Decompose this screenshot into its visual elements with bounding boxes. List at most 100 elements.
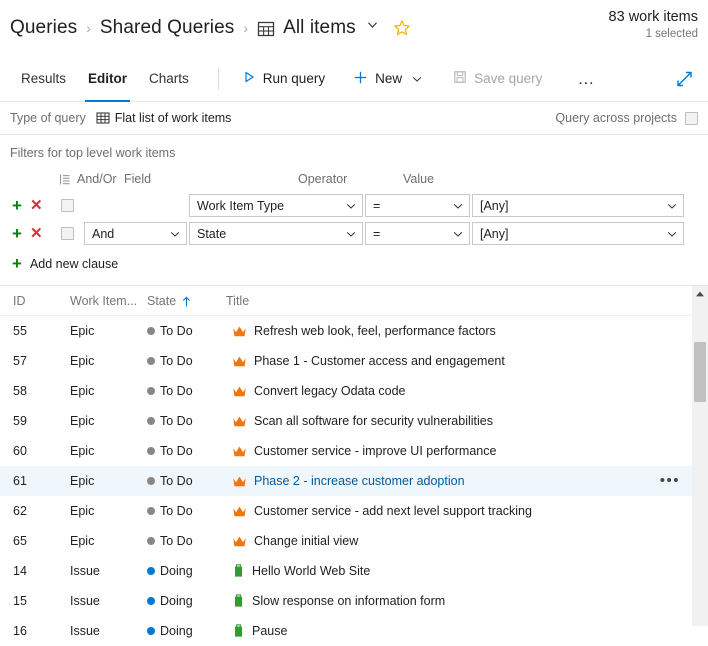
table-row-selected[interactable]: 61 Epic To Do Phase 2 - increase custome… — [0, 466, 708, 496]
row-state-label: To Do — [160, 534, 193, 548]
row-title: Convert legacy Odata code — [225, 384, 708, 398]
column-header-title[interactable]: Title — [225, 294, 708, 308]
table-row[interactable]: 55 Epic To Do Refresh web look, feel, pe… — [0, 316, 708, 346]
clause-field-value: Work Item Type — [197, 198, 285, 213]
clause-select-cell — [58, 227, 84, 240]
clause-field-cell: Work Item Type — [189, 194, 363, 217]
full-screen-expand-icon[interactable] — [675, 69, 694, 88]
table-row[interactable]: 16 Issue Doing Pause — [0, 616, 708, 646]
clause-field-dropdown[interactable]: Work Item Type — [189, 194, 363, 217]
table-row[interactable]: 62 Epic To Do Customer service - add nex… — [0, 496, 708, 526]
scrollbar-thumb[interactable] — [694, 342, 706, 402]
column-header-work-item-type[interactable]: Work Item... — [70, 294, 147, 308]
table-row[interactable]: 14 Issue Doing Hello World Web Site — [0, 556, 708, 586]
row-id: 60 — [13, 444, 27, 458]
state-dot-todo — [147, 357, 155, 365]
row-title: Customer service - improve UI performanc… — [225, 444, 708, 458]
add-clause-plus-icon[interactable]: + — [12, 197, 22, 214]
chevron-down-icon[interactable] — [411, 73, 423, 85]
row-id: 61 — [13, 474, 27, 488]
table-row[interactable]: 60 Epic To Do Customer service - improve… — [0, 436, 708, 466]
favorite-star-icon[interactable] — [393, 19, 411, 37]
query-type-selector[interactable]: Flat list of work items — [96, 111, 231, 125]
clause-field-dropdown[interactable]: State — [189, 222, 363, 245]
row-work-item-type: Epic — [70, 384, 95, 398]
run-query-label: Run query — [262, 70, 326, 86]
query-across-projects-label: Query across projects — [555, 111, 677, 125]
table-row[interactable]: 15 Issue Doing Slow response on informat… — [0, 586, 708, 616]
row-id: 15 — [13, 594, 27, 608]
tab-editor[interactable]: Editor — [77, 56, 138, 102]
row-id: 57 — [13, 354, 27, 368]
clause-andor-cell: And — [84, 222, 187, 245]
row-context-menu-icon[interactable]: ••• — [660, 473, 680, 488]
filters-section-title: Filters for top level work items — [10, 146, 176, 160]
row-title-text: Slow response on information form — [252, 594, 446, 608]
row-state-label: To Do — [160, 504, 193, 518]
save-query-button[interactable]: Save query — [444, 65, 551, 92]
delete-clause-x-icon[interactable]: ✕ — [30, 226, 43, 241]
clause-checkbox[interactable] — [61, 199, 74, 212]
row-title-text[interactable]: Phase 2 - increase customer adoption — [254, 474, 465, 488]
clause-andor-dropdown[interactable]: And — [84, 222, 187, 245]
column-header-id[interactable]: ID — [0, 294, 70, 308]
row-title-text: Phase 1 - Customer access and engagement — [254, 354, 505, 368]
breadcrumb-shared-queries[interactable]: Shared Queries — [100, 17, 234, 39]
breadcrumb-queries[interactable]: Queries — [10, 17, 77, 39]
add-clause-plus-icon[interactable]: + — [12, 225, 22, 242]
grid-vertical-scrollbar[interactable] — [692, 286, 708, 626]
new-button[interactable]: New — [344, 65, 432, 93]
clause-andor-dropdown — [84, 194, 187, 217]
chevron-down-icon[interactable] — [366, 18, 379, 36]
clause-field-value: State — [197, 226, 227, 241]
chevron-down-icon — [345, 200, 357, 212]
row-state-label: To Do — [160, 384, 193, 398]
breadcrumb-query-name[interactable]: All items — [283, 17, 356, 39]
clause-actions: + ✕ — [0, 197, 58, 214]
tab-list: Results Editor Charts — [10, 56, 200, 102]
row-state-label: To Do — [160, 354, 193, 368]
clause-operator-dropdown[interactable]: = — [365, 222, 470, 245]
more-options-ellipsis-icon[interactable]: … — [565, 70, 608, 87]
query-type-label: Type of query — [10, 111, 86, 125]
clause-value-dropdown[interactable]: [Any] — [472, 194, 684, 217]
issue-note-icon — [232, 594, 245, 608]
floppy-disk-icon — [453, 70, 467, 87]
run-query-button[interactable]: Run query — [233, 65, 334, 92]
work-items-count: 83 work items 1 selected — [609, 8, 698, 42]
row-work-item-type: Epic — [70, 414, 95, 428]
chevron-down-icon — [169, 228, 181, 240]
clause-select-cell — [58, 199, 84, 212]
filters-operator-header: Operator — [298, 172, 348, 186]
clause-checkbox[interactable] — [61, 227, 74, 240]
filters-value-header: Value — [403, 172, 435, 186]
scroll-up-arrow-icon[interactable] — [692, 286, 708, 302]
row-title: Scan all software for security vulnerabi… — [225, 414, 708, 428]
breadcrumb-separator-2: › — [243, 20, 249, 36]
clause-field-cell: State — [189, 222, 363, 245]
group-clauses-icon[interactable] — [58, 173, 71, 186]
row-id: 62 — [13, 504, 27, 518]
state-dot-todo — [147, 447, 155, 455]
row-title: Slow response on information form — [225, 594, 708, 608]
table-row[interactable]: 59 Epic To Do Scan all software for secu… — [0, 406, 708, 436]
add-new-clause-button[interactable]: + Add new clause — [0, 255, 118, 272]
clause-operator-dropdown[interactable]: = — [365, 194, 470, 217]
query-across-projects-control[interactable]: Query across projects — [555, 111, 698, 125]
table-row[interactable]: 65 Epic To Do Change initial view — [0, 526, 708, 556]
tab-charts[interactable]: Charts — [138, 56, 200, 102]
query-across-projects-checkbox[interactable] — [685, 111, 698, 125]
plus-icon — [353, 70, 368, 88]
row-state: Doing — [147, 594, 225, 608]
tab-results[interactable]: Results — [10, 56, 77, 102]
column-header-state[interactable]: State — [147, 294, 225, 308]
delete-clause-x-icon[interactable]: ✕ — [30, 198, 43, 213]
clause-value-dropdown[interactable]: [Any] — [472, 222, 684, 245]
table-row[interactable]: 57 Epic To Do Phase 1 - Customer access … — [0, 346, 708, 376]
row-id: 58 — [13, 384, 27, 398]
filters-field-header: Field — [124, 172, 152, 186]
state-dot-todo — [147, 537, 155, 545]
row-state: To Do — [147, 384, 225, 398]
query-type-row: Type of query Flat list of work items Qu… — [0, 102, 708, 135]
table-row[interactable]: 58 Epic To Do Convert legacy Odata code — [0, 376, 708, 406]
